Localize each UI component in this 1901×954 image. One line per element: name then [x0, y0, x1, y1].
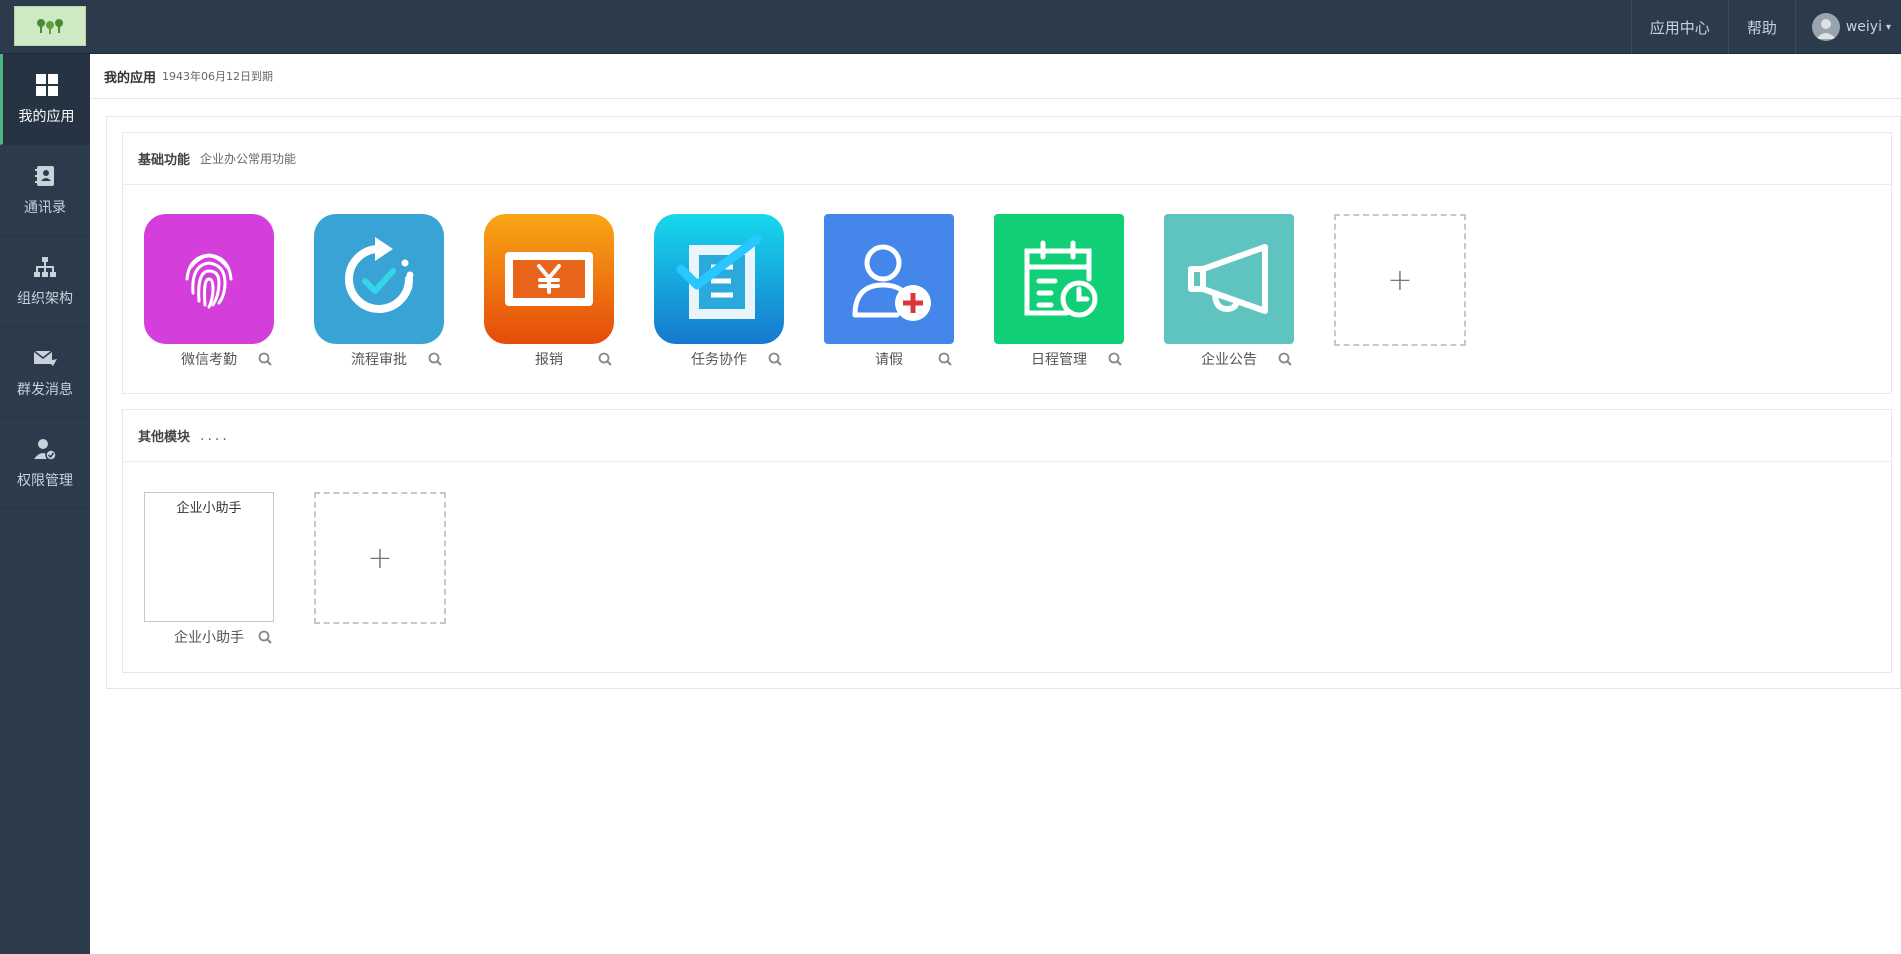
sidebar-item-permissions[interactable]: 权限管理 — [0, 418, 90, 509]
broken-image[interactable]: 企业小助手 — [144, 492, 274, 622]
apps-container: 基础功能 企业办公常用功能 微信考勤 流程审批 报销 任务协作 请假 日程管理 … — [106, 116, 1901, 689]
search-icon[interactable] — [258, 630, 272, 644]
add-app-tile[interactable]: + — [1334, 214, 1466, 374]
app-label: 报销 — [535, 352, 563, 368]
app-label: 微信考勤 — [181, 352, 237, 368]
sidebar-item-my-apps[interactable]: 我的应用 — [0, 54, 90, 145]
breadcrumb: 我的应用 1943年06月12日到期 — [90, 54, 1901, 99]
logo[interactable] — [14, 6, 86, 46]
search-icon[interactable] — [258, 352, 272, 366]
main-content: 我的应用 1943年06月12日到期 基础功能 企业办公常用功能 微信考勤 流程… — [90, 54, 1901, 954]
search-icon[interactable] — [768, 352, 782, 366]
user-permission-icon — [32, 436, 58, 462]
app-label: 企业小助手 — [174, 630, 244, 646]
top-bar: 应用中心 帮助 weiyi ▾ — [0, 0, 1901, 54]
sidebar-item-contacts[interactable]: 通讯录 — [0, 145, 90, 236]
calendar-clock-icon[interactable] — [994, 214, 1124, 344]
panel-subtitle: 企业办公常用功能 — [200, 152, 297, 166]
expiry-date: 1943年06月12日到期 — [162, 70, 274, 83]
search-icon[interactable] — [598, 352, 612, 366]
basic-functions-panel: 基础功能 企业办公常用功能 微信考勤 流程审批 报销 任务协作 请假 日程管理 … — [122, 132, 1892, 394]
sidebar-item-label: 通讯录 — [24, 200, 66, 216]
add-app-button[interactable]: + — [1334, 214, 1466, 346]
avatar — [1811, 13, 1840, 41]
chevron-down-icon: ▾ — [1885, 21, 1891, 33]
app-tile[interactable]: 任务协作 — [654, 214, 784, 374]
grid-icon — [34, 72, 60, 98]
task-checklist-icon[interactable] — [654, 214, 784, 344]
username: weiyi — [1845, 19, 1882, 35]
reimbursement-icon[interactable] — [484, 214, 614, 344]
sidebar-item-label: 权限管理 — [17, 473, 73, 489]
search-icon[interactable] — [1278, 352, 1292, 366]
panel-dots: .... — [200, 427, 230, 444]
panel-header: 其他模块 .... — [123, 410, 1891, 462]
app-tile[interactable]: 请假 — [824, 214, 954, 374]
help-link[interactable]: 帮助 — [1727, 0, 1795, 54]
sidebar-item-org[interactable]: 组织架构 — [0, 236, 90, 327]
app-label: 请假 — [875, 352, 903, 368]
message-icon — [32, 345, 58, 371]
app-tile[interactable]: 报销 — [484, 214, 614, 374]
search-icon[interactable] — [428, 352, 442, 366]
add-app-button[interactable]: + — [314, 492, 446, 624]
app-tile[interactable]: 流程审批 — [314, 214, 444, 374]
app-tile[interactable]: 企业小助手 企业小助手 — [144, 492, 274, 652]
sidebar-item-label: 我的应用 — [18, 109, 75, 125]
app-label: 日程管理 — [1031, 352, 1087, 368]
panel-title: 基础功能 — [138, 153, 191, 168]
page-title: 我的应用 — [104, 70, 157, 86]
image-alt-text: 企业小助手 — [176, 501, 242, 516]
panel-header: 基础功能 企业办公常用功能 — [123, 133, 1891, 185]
sidebar-item-broadcast[interactable]: 群发消息 — [0, 327, 90, 418]
app-tile[interactable]: 微信考勤 — [144, 214, 274, 374]
app-label: 流程审批 — [351, 352, 407, 368]
megaphone-icon[interactable] — [1164, 214, 1294, 344]
tree-logo-icon — [37, 19, 63, 34]
contacts-icon — [32, 163, 58, 189]
search-icon[interactable] — [1108, 352, 1122, 366]
other-modules-panel: 其他模块 .... 企业小助手 企业小助手 + — [122, 409, 1892, 673]
app-label: 任务协作 — [691, 352, 747, 368]
search-icon[interactable] — [938, 352, 952, 366]
org-chart-icon — [32, 254, 58, 280]
app-tile[interactable]: 企业公告 — [1164, 214, 1294, 374]
app-tile[interactable]: 日程管理 — [994, 214, 1124, 374]
add-app-tile[interactable]: + — [314, 492, 446, 652]
user-menu[interactable]: weiyi ▾ — [1794, 0, 1901, 54]
fingerprint-icon[interactable] — [144, 214, 274, 344]
leave-user-icon[interactable] — [824, 214, 954, 344]
app-label: 企业公告 — [1201, 352, 1257, 368]
sidebar: 我的应用 通讯录 组织架构 群发消息 权限管理 — [0, 54, 90, 954]
panel-title: 其他模块 — [138, 430, 191, 445]
app-center-link[interactable]: 应用中心 — [1630, 0, 1728, 54]
sidebar-item-label: 群发消息 — [17, 382, 73, 398]
user-avatar-icon — [1815, 19, 1836, 39]
process-approval-icon[interactable] — [314, 214, 444, 344]
sidebar-item-label: 组织架构 — [17, 291, 73, 307]
